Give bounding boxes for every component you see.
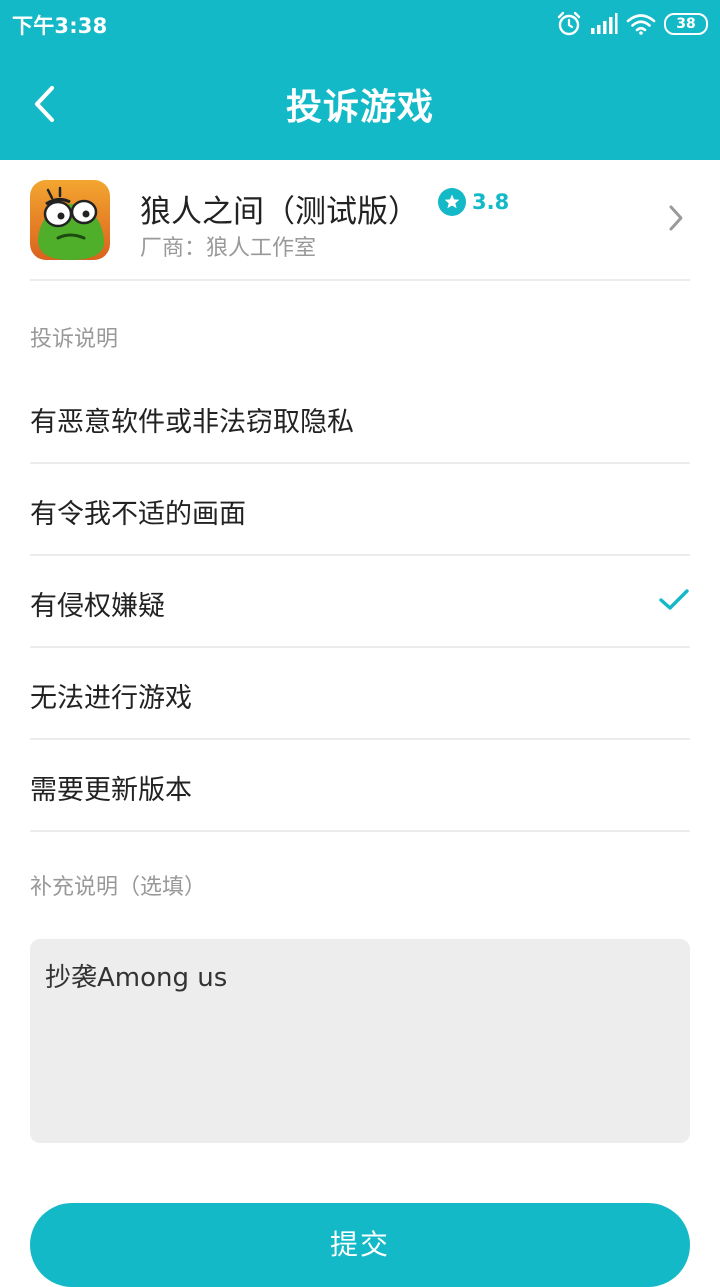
supplement-textarea[interactable]: 抄袭Among us: [30, 939, 690, 1143]
battery-level: 38: [676, 16, 696, 32]
complaint-option[interactable]: 有令我不适的画面: [30, 464, 690, 556]
complaint-option[interactable]: 需要更新版本: [30, 740, 690, 832]
complaint-option[interactable]: 有恶意软件或非法窃取隐私: [30, 372, 690, 464]
game-rating: 3.8: [438, 188, 509, 216]
check-icon: [659, 589, 689, 610]
option-label: 需要更新版本: [30, 775, 192, 806]
option-label: 无法进行游戏: [30, 683, 192, 714]
status-time: 下午3:38: [12, 14, 108, 38]
battery-icon: 38: [664, 13, 708, 35]
page-title: 投诉游戏: [285, 87, 434, 128]
wifi-icon: [626, 14, 656, 35]
complaint-section-label: 投诉说明: [30, 327, 119, 352]
game-vendor: 厂商：狼人工作室: [140, 236, 317, 261]
star-icon: [438, 188, 466, 216]
option-label: 有侵权嫌疑: [30, 591, 165, 622]
option-label: 有恶意软件或非法窃取隐私: [30, 407, 354, 438]
alarm-icon: [557, 11, 581, 36]
game-name: 狼人之间（测试版）: [140, 194, 419, 230]
chevron-right-icon: [669, 205, 683, 231]
signal-icon: [591, 13, 618, 34]
complaint-options: 有恶意软件或非法窃取隐私 有令我不适的画面 有侵权嫌疑 无法进行游戏 需要更新版…: [30, 372, 690, 832]
status-icons: 38: [556, 10, 708, 38]
game-info-row[interactable]: 狼人之间（测试版） 3.8 厂商：狼人工作室: [30, 160, 690, 281]
rating-value: 3.8: [472, 190, 510, 214]
complaint-option-selected[interactable]: 有侵权嫌疑: [30, 556, 690, 648]
complaint-option[interactable]: 无法进行游戏: [30, 648, 690, 740]
supplement-label: 补充说明（选填）: [30, 875, 207, 900]
game-icon: [30, 180, 110, 260]
submit-button[interactable]: 提交: [30, 1203, 690, 1287]
status-bar: 下午3:38 38: [0, 0, 720, 48]
app-header: 下午3:38 38 投诉游戏: [0, 0, 720, 160]
option-label: 有令我不适的画面: [30, 499, 246, 530]
